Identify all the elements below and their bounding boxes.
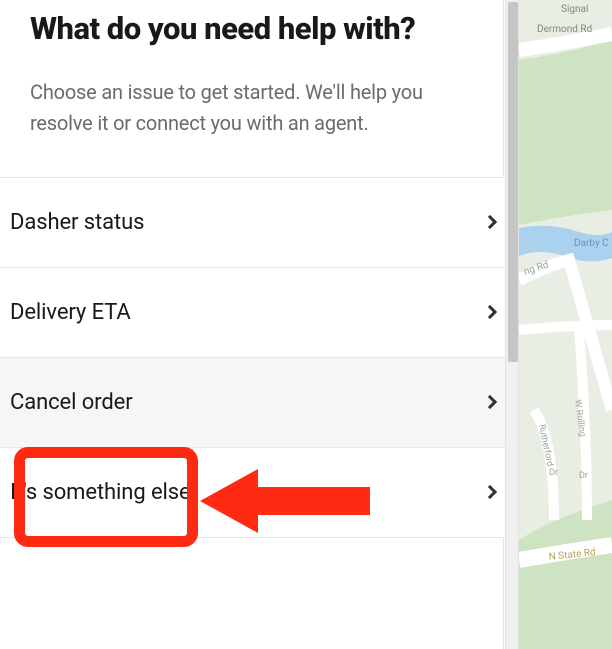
chevron-right-icon	[483, 395, 497, 409]
option-cancel-order[interactable]: Cancel order	[0, 358, 533, 448]
page-title: What do you need help with?	[30, 10, 473, 49]
option-dasher-status[interactable]: Dasher status	[0, 177, 533, 268]
option-something-else[interactable]: It's something else	[0, 448, 533, 538]
option-label: Delivery ETA	[10, 300, 131, 325]
chevron-right-icon	[483, 215, 497, 229]
map-label-dermond: Dermond Rd	[537, 24, 592, 35]
map-area[interactable]: Signal Dermond Rd Darby C ng Rd Rutherfo…	[519, 0, 612, 649]
scrollbar-thumb[interactable]	[508, 2, 518, 362]
option-label: Dasher status	[10, 210, 144, 235]
help-panel-inner: What do you need help with? Choose an is…	[0, 0, 503, 139]
option-delivery-eta[interactable]: Delivery ETA	[0, 268, 533, 358]
map-label-darby: Darby C	[574, 238, 609, 249]
map-label-dr1: Dr	[549, 468, 558, 478]
chevron-right-icon	[483, 485, 497, 499]
map-label-signal: Signal	[561, 4, 588, 15]
map-svg: Signal Dermond Rd Darby C ng Rd Rutherfo…	[519, 0, 612, 649]
chevron-right-icon	[483, 305, 497, 319]
help-panel: What do you need help with? Choose an is…	[0, 0, 504, 649]
option-label: Cancel order	[10, 390, 133, 415]
map-label-dr2: Dr	[579, 471, 588, 481]
help-options-list: Dasher status Delivery ETA Cancel order …	[0, 177, 533, 538]
scrollbar-track[interactable]	[505, 0, 519, 649]
page-subtitle: Choose an issue to get started. We'll he…	[30, 77, 473, 139]
option-label: It's something else	[10, 480, 191, 505]
